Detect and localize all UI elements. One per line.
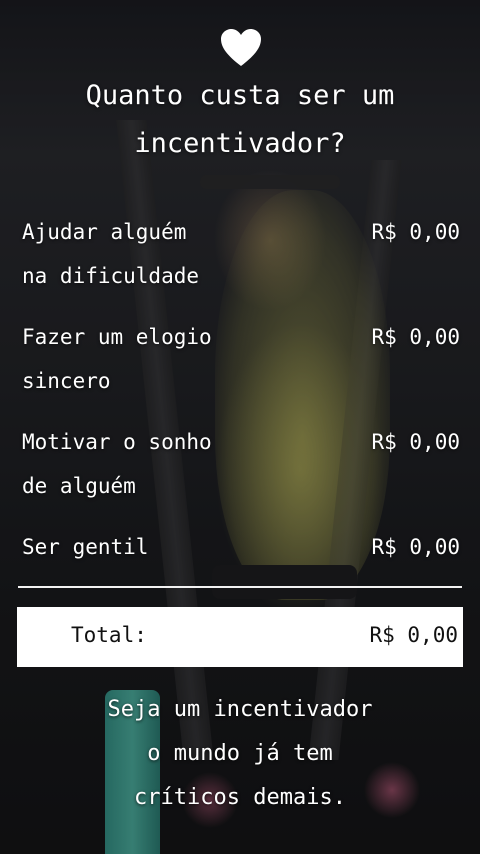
item-price: R$ 0,00 xyxy=(371,220,460,244)
item-label: Fazer um elogio sincero xyxy=(22,325,212,393)
receipt-card: Quanto custa ser um incentivador? Ajudar… xyxy=(0,0,480,854)
item-label: Ajudar alguém na dificuldade xyxy=(22,220,200,288)
heart-icon xyxy=(221,29,261,66)
item-price: R$ 0,00 xyxy=(371,535,460,559)
item-price: R$ 0,00 xyxy=(371,325,460,349)
footer-line-2: o mundo já tem xyxy=(147,741,333,766)
item-label: Motivar o sonho de alguém xyxy=(22,430,212,498)
footer-line-1: Seja um incentivador xyxy=(107,697,373,722)
footer-line-3: críticos demais. xyxy=(134,785,346,810)
total-label: Total: xyxy=(71,623,147,647)
total-bar: Total: R$ 0,00 xyxy=(17,607,463,667)
title-line-2: incentivador? xyxy=(134,128,346,159)
total-price: R$ 0,00 xyxy=(369,623,458,647)
item-label: Ser gentil xyxy=(22,535,149,559)
title-line-1: Quanto custa ser um xyxy=(85,80,395,111)
page-title: Quanto custa ser um incentivador? xyxy=(0,72,480,168)
divider xyxy=(18,586,462,588)
item-price: R$ 0,00 xyxy=(371,430,460,454)
footer-message: Seja um incentivador o mundo já tem crít… xyxy=(0,688,480,820)
